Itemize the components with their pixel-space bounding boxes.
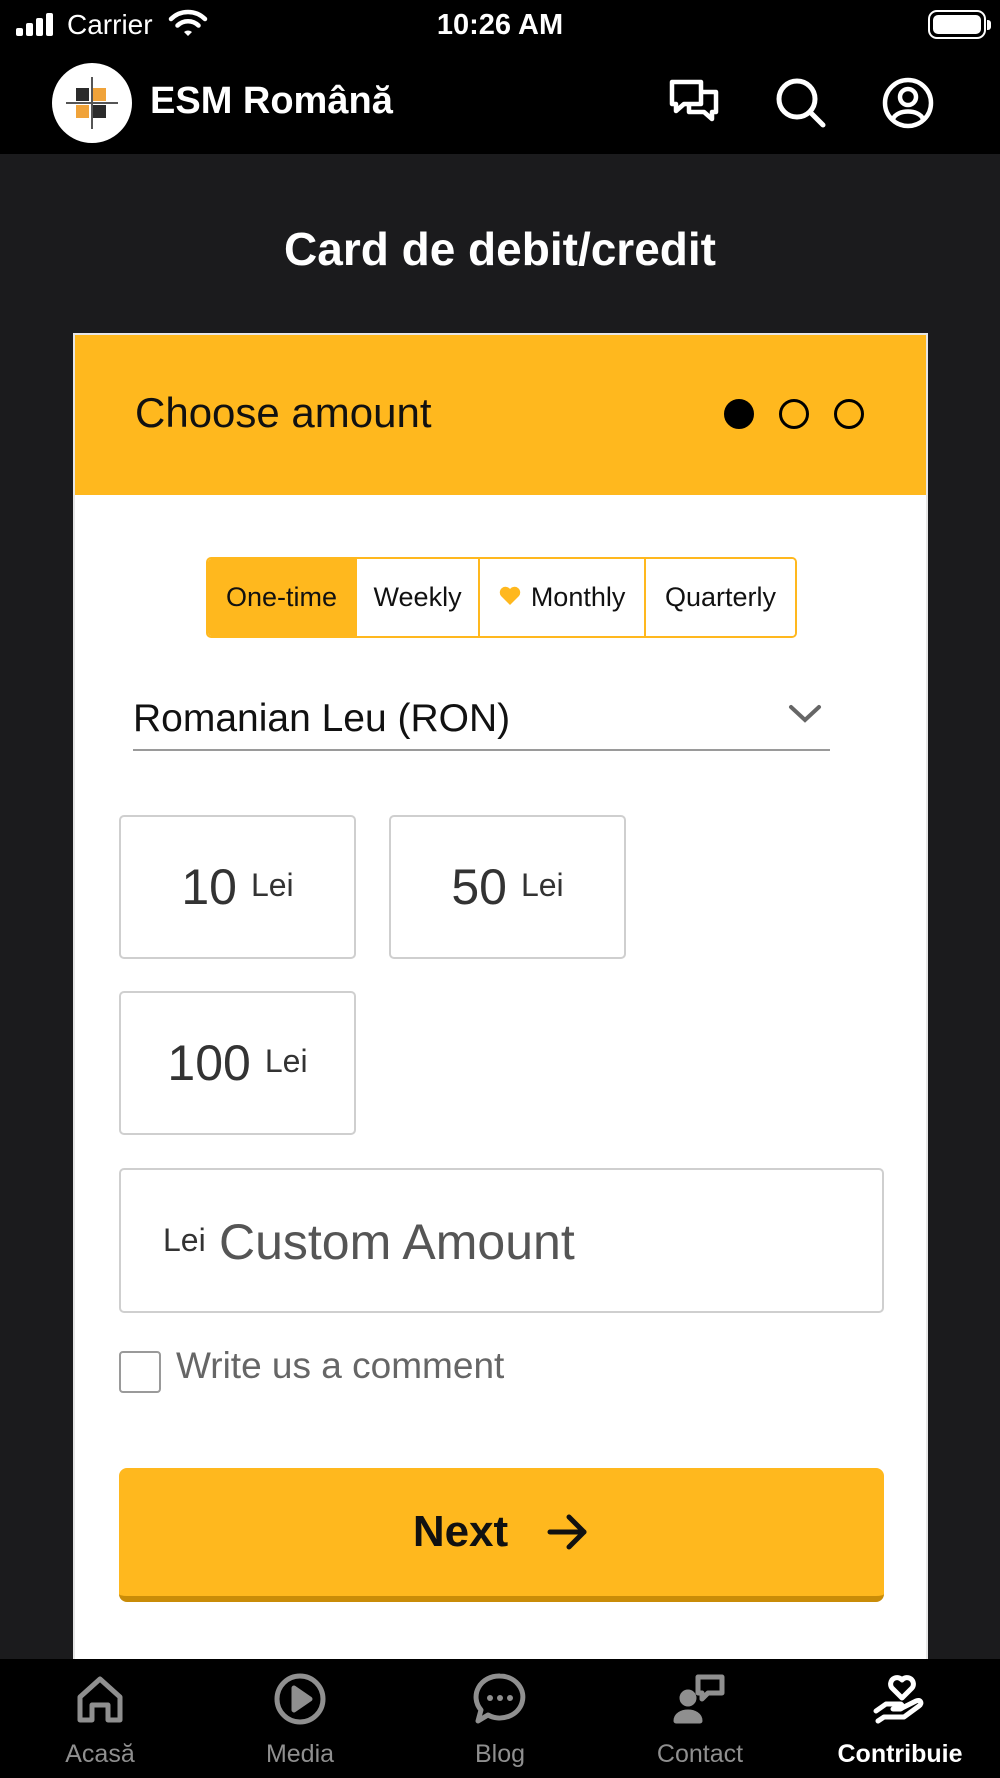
amount-option-10[interactable]: 10 Lei: [119, 815, 356, 959]
search-icon[interactable]: [774, 76, 828, 130]
tab-label: Blog: [474, 1740, 526, 1768]
app-header: ESM Română: [0, 50, 1000, 154]
amount-unit: Lei: [520, 866, 564, 903]
tab-media[interactable]: Media: [200, 1659, 400, 1778]
donation-card: Choose amount One-time Weekly Monthly Qu…: [73, 333, 928, 1663]
amount-unit: Lei: [264, 1042, 308, 1079]
frequency-label: Weekly: [373, 582, 462, 612]
page-title: Card de debit/credit: [284, 223, 716, 275]
step-indicator-2: [779, 399, 809, 429]
frequency-monthly[interactable]: Monthly: [480, 559, 647, 636]
custom-amount-field: Lei: [119, 1168, 884, 1313]
contact-icon: [600, 1671, 800, 1727]
amount-value: 50: [451, 859, 507, 915]
frequency-weekly[interactable]: Weekly: [356, 559, 481, 636]
amount-option-50[interactable]: 50 Lei: [389, 815, 626, 959]
comment-checkbox[interactable]: [119, 1351, 161, 1393]
tab-label: Contact: [656, 1740, 744, 1768]
step-indicator-1: [724, 399, 754, 429]
arrow-right-icon: [546, 1512, 590, 1557]
status-time: 10:26 AM: [436, 9, 564, 41]
home-icon: [0, 1671, 200, 1727]
frequency-quarterly[interactable]: Quarterly: [646, 559, 795, 636]
currency-value: Romanian Leu (RON): [133, 697, 511, 740]
next-button[interactable]: Next: [119, 1468, 884, 1602]
tab-label: Contribuie: [837, 1740, 963, 1768]
frequency-label: Monthly: [530, 582, 626, 612]
bottom-tab-bar: Acasă Media Blog Contact Contribuie: [0, 1659, 1000, 1778]
next-button-label: Next: [412, 1507, 509, 1556]
frequency-one-time[interactable]: One-time: [208, 559, 357, 636]
heart-icon: [499, 582, 521, 613]
amount-value: 10: [181, 859, 237, 915]
chevron-down-icon: [788, 703, 822, 730]
amount-value: 100: [167, 1035, 251, 1091]
play-icon: [200, 1671, 400, 1727]
step-indicator-3: [834, 399, 864, 429]
currency-select[interactable]: Romanian Leu (RON): [133, 695, 830, 751]
card-header: Choose amount: [75, 335, 926, 495]
amount-unit: Lei: [250, 866, 294, 903]
tab-contribuie[interactable]: Contribuie: [800, 1659, 1000, 1778]
donate-heart-hand-icon: [800, 1671, 1000, 1727]
account-icon[interactable]: [881, 76, 935, 130]
frequency-selector: One-time Weekly Monthly Quarterly: [206, 557, 797, 638]
tab-acasa[interactable]: Acasă: [0, 1659, 200, 1778]
status-bar: Carrier 10:26 AM: [0, 0, 1000, 50]
tab-contact[interactable]: Contact: [600, 1659, 800, 1778]
tab-blog[interactable]: Blog: [400, 1659, 600, 1778]
battery-icon: [928, 10, 991, 39]
comment-checkbox-label[interactable]: Write us a comment: [176, 1345, 504, 1387]
chat-icon[interactable]: [667, 76, 721, 130]
tab-label: Acasă: [65, 1740, 135, 1768]
custom-amount-input[interactable]: [219, 1208, 839, 1276]
app-title: ESM Română: [150, 80, 393, 122]
esm-logo-icon[interactable]: [52, 63, 132, 143]
custom-amount-unit: Lei: [163, 1222, 206, 1258]
frequency-label: Quarterly: [664, 582, 777, 612]
frequency-label: One-time: [225, 582, 338, 612]
chat-bubble-icon: [400, 1671, 600, 1727]
card-header-title: Choose amount: [135, 389, 432, 436]
tab-label: Media: [265, 1740, 335, 1768]
amount-option-100[interactable]: 100 Lei: [119, 991, 356, 1135]
